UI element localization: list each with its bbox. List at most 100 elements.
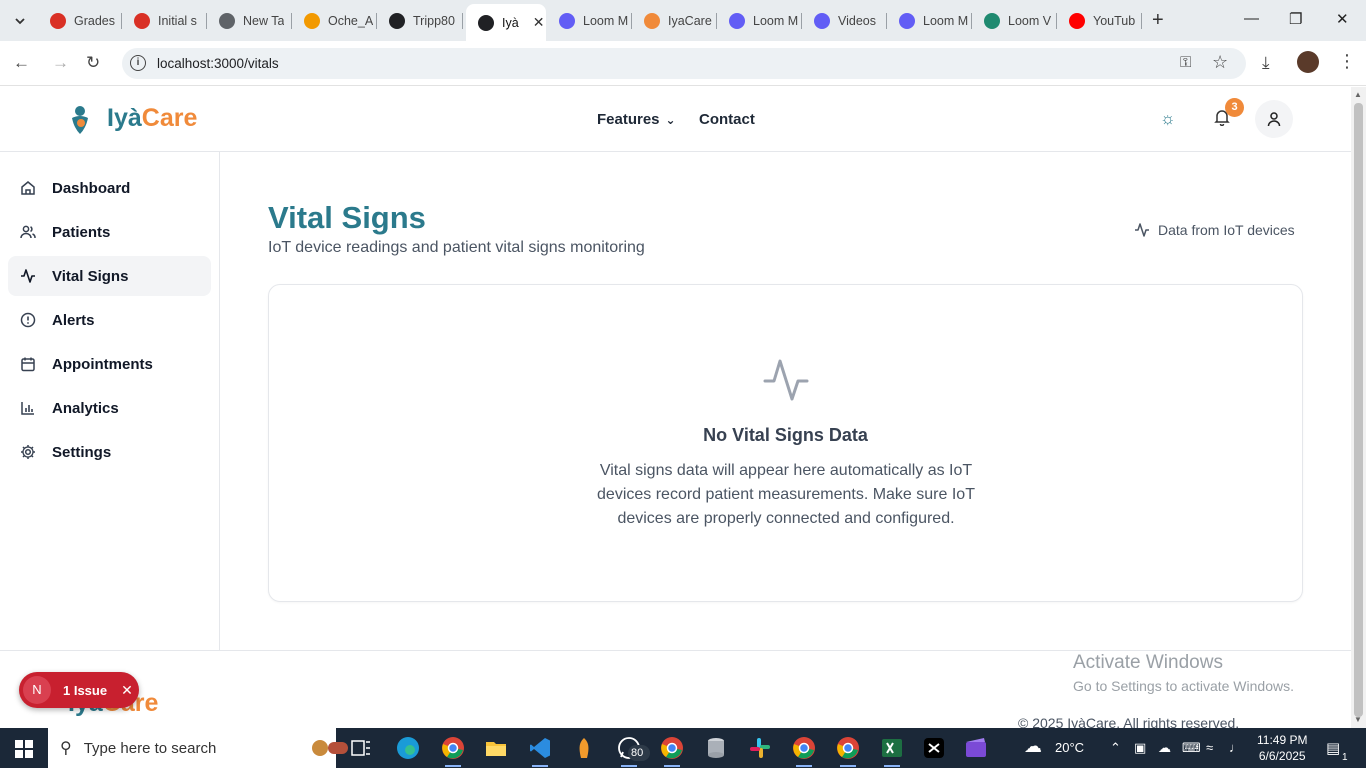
- nav-features[interactable]: Features ⌄: [597, 111, 676, 128]
- site-info-icon[interactable]: i: [130, 55, 146, 71]
- sidebar-item-patients[interactable]: Patients: [8, 212, 211, 252]
- sidebar-item-appointments[interactable]: Appointments: [8, 344, 211, 384]
- dev-issues-badge[interactable]: N 1 Issue ✕: [19, 672, 139, 708]
- browser-tab[interactable]: Grades: [38, 6, 122, 35]
- edge-icon[interactable]: [396, 736, 420, 760]
- sidebar-item-vital-signs[interactable]: Vital Signs: [8, 256, 211, 296]
- browser-tab[interactable]: YouTub: [1057, 6, 1142, 35]
- wifi-icon[interactable]: ≈: [1206, 740, 1213, 755]
- chrome-icon[interactable]: [836, 736, 860, 767]
- minimize-button[interactable]: —: [1244, 10, 1259, 27]
- restore-button[interactable]: ❐: [1289, 10, 1302, 28]
- logo-text-part2: Care: [141, 104, 198, 132]
- new-tab-button[interactable]: +: [1152, 9, 1164, 32]
- download-icon[interactable]: ⤓: [1262, 53, 1270, 73]
- tab-favicon-icon: [729, 12, 745, 29]
- clipchamp-icon[interactable]: [964, 736, 988, 760]
- tab-title: Initial s: [158, 13, 197, 28]
- sidebar-item-analytics[interactable]: Analytics: [8, 388, 211, 428]
- scroll-up-arrow-icon[interactable]: ▲: [1354, 90, 1362, 99]
- close-window-button[interactable]: ✕: [1336, 10, 1349, 28]
- task-view-icon[interactable]: [349, 736, 373, 760]
- tab-search-icon[interactable]: [9, 10, 31, 32]
- bar-chart-icon: [20, 400, 36, 416]
- clock-time: 11:49 PM: [1257, 733, 1308, 747]
- volume-icon[interactable]: ♩: [1229, 740, 1242, 755]
- close-icon[interactable]: ✕: [121, 682, 133, 699]
- page-title: Vital Signs: [268, 200, 426, 235]
- tray-overflow-chevron-icon[interactable]: ⌃: [1110, 740, 1121, 756]
- forward-button[interactable]: →: [52, 53, 69, 73]
- logo-icon[interactable]: [68, 104, 92, 136]
- sidebar-item-dashboard[interactable]: Dashboard: [8, 168, 211, 208]
- tab-title: New Ta: [243, 13, 285, 28]
- sidebar: Dashboard Patients Vital Signs Alerts Ap…: [0, 152, 220, 650]
- browser-menu-icon[interactable]: ⋮: [1338, 51, 1356, 72]
- tab-favicon-icon: [644, 12, 660, 29]
- capcut-icon[interactable]: [922, 736, 946, 760]
- vscode-icon[interactable]: [528, 736, 552, 767]
- browser-tab[interactable]: Loom M: [887, 6, 972, 35]
- browser-tab[interactable]: Iyà ✕: [466, 4, 546, 41]
- fl-studio-icon[interactable]: [572, 736, 596, 760]
- tab-favicon-icon: [559, 12, 575, 29]
- address-bar-row: ← → ↻ i localhost:3000/vitals ⚿ ☆ ⤓ ⋮: [0, 41, 1366, 86]
- clock-date: 6/6/2025: [1258, 749, 1306, 763]
- iot-note-text: Data from IoT devices: [1158, 222, 1295, 238]
- action-center-icon[interactable]: ▤: [1326, 739, 1340, 757]
- file-explorer-icon[interactable]: [484, 736, 508, 760]
- password-key-icon[interactable]: ⚿: [1180, 54, 1191, 71]
- browser-tab[interactable]: Oche_A: [292, 6, 377, 35]
- sidebar-item-settings[interactable]: Settings: [8, 432, 211, 472]
- onedrive-cloud-icon[interactable]: ☁: [1158, 740, 1171, 756]
- browser-tab[interactable]: Initial s: [122, 6, 207, 35]
- browser-tab[interactable]: Videos: [802, 6, 887, 35]
- weather-cloud-icon[interactable]: ☁: [1024, 736, 1042, 757]
- taskbar-clock[interactable]: 11:49 PM 6/6/2025: [1257, 732, 1307, 764]
- reload-button[interactable]: ↻: [86, 53, 100, 73]
- sidebar-item-alerts[interactable]: Alerts: [8, 300, 211, 340]
- activity-icon: [20, 268, 36, 284]
- issue-count-label[interactable]: 1 Issue: [63, 683, 107, 698]
- user-icon: [1267, 112, 1281, 127]
- language-icon[interactable]: ⌨: [1182, 740, 1201, 756]
- meet-camera-icon[interactable]: ▣: [1134, 740, 1146, 756]
- scrollbar-thumb[interactable]: [1354, 103, 1363, 717]
- tab-title: YouTub: [1093, 13, 1136, 28]
- page-scrollbar[interactable]: ▲ ▼: [1351, 87, 1366, 728]
- taskbar-search-box[interactable]: ⚲ Type here to search: [48, 728, 348, 768]
- nav-contact[interactable]: Contact: [699, 111, 755, 128]
- tab-title: Iyà: [502, 15, 519, 30]
- tab-favicon-icon: [899, 12, 915, 29]
- browser-tab[interactable]: New Ta: [207, 6, 292, 35]
- scroll-down-arrow-icon[interactable]: ▼: [1354, 715, 1362, 724]
- back-button[interactable]: ←: [13, 53, 30, 73]
- chrome-icon[interactable]: [441, 736, 465, 767]
- excel-icon[interactable]: [880, 736, 904, 767]
- notification-badge[interactable]: 3: [1225, 98, 1244, 117]
- profile-avatar[interactable]: [1297, 51, 1319, 73]
- database-icon[interactable]: [704, 736, 728, 760]
- windows-start-icon[interactable]: [15, 740, 33, 758]
- chrome-icon[interactable]: [660, 736, 684, 767]
- close-tab-icon[interactable]: ✕: [533, 14, 545, 31]
- user-menu-button[interactable]: [1255, 100, 1293, 138]
- tab-favicon-icon: [219, 12, 235, 29]
- omnibox[interactable]: i localhost:3000/vitals ⚿ ☆: [122, 48, 1246, 79]
- bookmark-star-icon[interactable]: ☆: [1212, 52, 1228, 73]
- browser-tab[interactable]: Loom M: [717, 6, 802, 35]
- browser-tab[interactable]: Loom M: [547, 6, 632, 35]
- weather-temperature[interactable]: 20°C: [1055, 740, 1084, 755]
- activity-icon: [763, 359, 809, 401]
- url-text[interactable]: localhost:3000/vitals: [157, 56, 279, 71]
- chrome-icon[interactable]: [792, 736, 816, 767]
- logo-text[interactable]: IyàCare: [107, 104, 197, 133]
- tab-title: Videos: [838, 13, 876, 28]
- next-logo-icon[interactable]: N: [23, 676, 51, 704]
- slack-icon[interactable]: [748, 736, 772, 760]
- browser-tab[interactable]: Tripp80: [377, 6, 463, 35]
- browser-tab[interactable]: Loom V: [972, 6, 1057, 35]
- theme-toggle-sun-icon[interactable]: ☼: [1160, 109, 1176, 129]
- browser-tab[interactable]: IyaCare: [632, 6, 717, 35]
- home-icon: [20, 180, 36, 196]
